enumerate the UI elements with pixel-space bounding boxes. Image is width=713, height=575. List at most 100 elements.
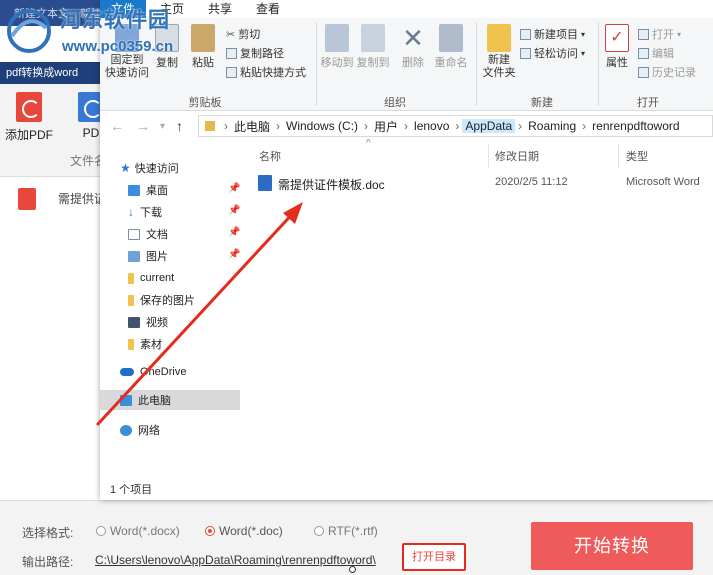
copy-button[interactable]: 复制 <box>152 18 182 70</box>
radio-icon <box>96 526 106 536</box>
titlebar-tab-1[interactable]: 新建文本文 <box>14 5 69 21</box>
pin-icon <box>115 24 139 52</box>
format-rtf-radio[interactable]: RTF(*.rtf) <box>314 524 378 538</box>
recent-locations-icon[interactable]: ▾ <box>160 121 165 132</box>
open-icon <box>638 28 649 40</box>
network-icon <box>120 424 132 436</box>
crumb-this-pc[interactable]: 此电脑 <box>231 118 273 135</box>
rename-button[interactable]: 重命名 <box>432 18 470 70</box>
edit-button[interactable]: 编辑 <box>638 45 674 61</box>
pdf-file-item[interactable]: 需提供证 <box>14 184 106 214</box>
crumb-appdata[interactable]: AppData <box>462 119 516 133</box>
nav-pictures[interactable]: 图片 📌 <box>100 246 240 266</box>
nav-label: 视频 <box>146 317 168 329</box>
nav-downloads[interactable]: ↓ 下载 📌 <box>100 202 240 222</box>
tab-view[interactable]: 查看 <box>246 0 290 18</box>
format-doc-radio[interactable]: Word(*.doc) <box>205 524 283 538</box>
crumb-renrenpdftoword[interactable]: renrenpdftoword <box>589 119 682 133</box>
pin-icon: 📌 <box>228 227 241 238</box>
copy-label: 复制 <box>156 57 178 69</box>
nav-documents[interactable]: 文档 📌 <box>100 224 240 244</box>
new-item-button[interactable]: 新建项目 ▾ <box>520 26 585 42</box>
word-document-icon <box>258 175 272 191</box>
breadcrumb[interactable]: › 此电脑 › Windows (C:) › 用户 › lenovo › App… <box>198 115 713 137</box>
new-folder-button[interactable]: 新建 文件夹 <box>480 18 518 80</box>
column-name[interactable]: 名称 <box>259 148 281 164</box>
file-list: ^ 名称 修改日期 类型 需提供证件模板.doc 2020/2/5 11:12 … <box>250 138 713 472</box>
pdf-file-icon <box>18 188 36 210</box>
easy-access-button[interactable]: 轻松访问 ▾ <box>520 45 585 61</box>
video-icon <box>128 316 140 328</box>
open-button[interactable]: 打开 ▾ <box>638 26 681 42</box>
nav-current[interactable]: current <box>100 268 240 288</box>
chevron-right-icon: › <box>582 119 587 133</box>
nav-this-pc[interactable]: 此电脑 <box>100 390 240 410</box>
pin-icon: 📌 <box>228 183 241 194</box>
open-directory-button[interactable]: 打开目录 <box>402 543 466 571</box>
ribbon-separator <box>316 22 317 106</box>
add-pdf-button[interactable]: 添加PDF <box>4 84 54 150</box>
new-item-label: 新建项目 <box>534 29 578 41</box>
easy-access-icon <box>520 47 531 59</box>
copy-path-button[interactable]: 复制路径 <box>226 45 284 61</box>
file-row[interactable]: 需提供证件模板.doc 2020/2/5 11:12 Microsoft Wor… <box>258 172 713 194</box>
pin-quick-access-button[interactable]: 固定到 快速访问 <box>104 18 150 80</box>
properties-button[interactable]: ✓ 属性 <box>602 18 632 70</box>
column-separator[interactable] <box>488 144 489 168</box>
nav-label: 下载 <box>140 207 162 219</box>
nav-label: current <box>140 272 175 284</box>
forward-icon[interactable]: → <box>136 118 150 134</box>
up-icon[interactable]: ↑ <box>176 118 183 134</box>
pin-icon: 📌 <box>228 249 241 260</box>
crumb-users[interactable]: 用户 <box>371 118 401 135</box>
format-docx-radio[interactable]: Word(*.docx) <box>96 524 180 538</box>
nav-label: 文档 <box>146 229 168 241</box>
move-to-label: 移动到 <box>320 57 354 69</box>
easy-access-label: 轻松访问 <box>534 48 578 60</box>
chevron-right-icon: › <box>455 119 460 133</box>
chevron-down-icon: ▾ <box>677 29 682 39</box>
history-label: 历史记录 <box>652 67 696 79</box>
copy-to-button[interactable]: 复制到 <box>356 18 390 70</box>
nav-desktop[interactable]: 桌面 📌 <box>100 180 240 200</box>
crumb-roaming[interactable]: Roaming <box>525 119 579 133</box>
tab-share[interactable]: 共享 <box>198 0 242 18</box>
ribbon: 固定到 快速访问 复制 粘贴 ✂ 剪切 复制路径 粘贴快捷方式 剪贴板 移动到 <box>100 18 713 111</box>
titlebar-tab-2[interactable]: 新建 <box>80 5 102 21</box>
start-convert-button[interactable]: 开始转换 <box>531 522 693 570</box>
picture-icon <box>128 250 140 262</box>
back-icon[interactable]: ← <box>110 118 124 134</box>
paste-shortcut-button[interactable]: 粘贴快捷方式 <box>226 64 306 80</box>
copy-to-label: 复制到 <box>356 57 390 69</box>
cut-button[interactable]: ✂ 剪切 <box>226 26 260 42</box>
copy-path-label: 复制路径 <box>240 48 284 60</box>
nav-network[interactable]: 网络 <box>100 420 240 440</box>
nav-label: 快速访问 <box>134 163 179 175</box>
tab-file[interactable]: 文件 <box>100 0 146 18</box>
nav-saved-pictures[interactable]: 保存的图片 <box>100 290 240 310</box>
delete-button[interactable]: ✕ 删除 <box>398 18 428 70</box>
move-to-button[interactable]: 移动到 <box>320 18 354 70</box>
column-date[interactable]: 修改日期 <box>495 148 539 164</box>
radio-icon <box>314 526 324 536</box>
crumb-lenovo[interactable]: lenovo <box>411 119 452 133</box>
history-icon <box>638 66 649 78</box>
paste-button[interactable]: 粘贴 <box>186 18 220 70</box>
column-separator[interactable] <box>618 144 619 168</box>
nav-quick-access[interactable]: ★ 快速访问 <box>100 158 240 178</box>
folder-icon <box>128 294 134 306</box>
nav-label: 素材 <box>140 339 162 351</box>
ribbon-separator <box>476 22 477 106</box>
file-explorer-window: 文件 主页 共享 查看 固定到 快速访问 复制 粘贴 ✂ 剪切 复制路径 粘贴快… <box>100 0 713 500</box>
crumb-windows-c[interactable]: Windows (C:) <box>283 119 361 133</box>
tab-home[interactable]: 主页 <box>150 0 194 18</box>
history-button[interactable]: 历史记录 <box>638 64 696 80</box>
star-icon: ★ <box>120 161 131 175</box>
scissors-icon: ✂ <box>226 28 236 41</box>
nav-materials[interactable]: 素材 <box>100 334 240 354</box>
column-type[interactable]: 类型 <box>626 148 648 164</box>
nav-onedrive[interactable]: OneDrive <box>100 362 240 382</box>
nav-videos[interactable]: 视频 <box>100 312 240 332</box>
nav-label: OneDrive <box>140 366 187 378</box>
output-path-link[interactable]: C:\Users\lenovo\AppData\Roaming\renrenpd… <box>95 553 401 567</box>
